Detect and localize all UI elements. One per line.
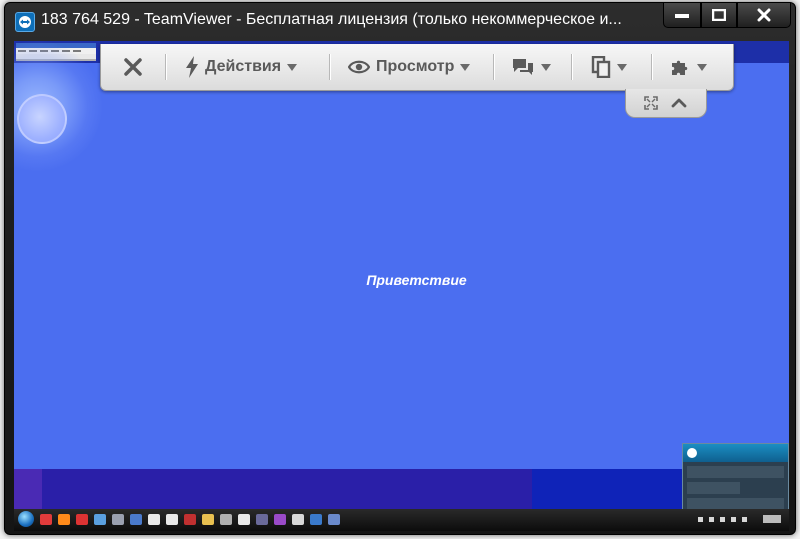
window-title: 183 764 529 - TeamViewer - Бесплатная ли… [41,11,622,28]
title-bar[interactable]: 183 764 529 - TeamViewer - Бесплатная ли… [5,3,795,37]
lightning-icon [186,56,198,78]
teamviewer-window: 183 764 529 - TeamViewer - Бесплатная ли… [4,2,796,535]
actions-menu-label: Действия [205,58,282,75]
minimize-icon [675,14,689,18]
user-avatar [17,94,67,144]
extras-menu[interactable] [669,52,707,82]
toolbar-subtab [625,89,707,118]
communicate-menu[interactable] [511,52,551,82]
welcome-text: Приветствие [366,272,467,288]
close-icon [757,8,771,22]
maximize-button[interactable] [701,3,737,28]
caret-down-icon [617,63,627,71]
files-menu[interactable] [591,52,627,82]
close-button[interactable] [737,3,791,28]
view-menu-label: Просмотр [376,58,455,75]
teamviewer-logo-icon [15,12,35,32]
fullscreen-button[interactable] [642,95,660,111]
start-button [18,511,34,527]
minimize-button[interactable] [663,3,701,28]
remote-teamviewer-panel [682,443,789,519]
fullscreen-icon [644,96,658,110]
files-icon [591,56,611,78]
eye-icon [348,60,370,74]
teamviewer-toolbar: Действия Просмотр [100,44,734,91]
close-icon [124,58,142,76]
chevron-up-icon [671,98,687,108]
maximize-icon [712,9,726,21]
system-tray [698,515,781,523]
caret-down-icon [697,63,707,71]
taskbar-icons [40,514,340,525]
chat-bubbles-icon [513,59,533,75]
actions-menu[interactable]: Действия [185,52,298,82]
caret-down-icon [287,63,298,71]
remote-bottom-band [14,469,789,509]
end-session-button[interactable] [123,52,143,82]
remote-taskbar [14,509,789,531]
caret-down-icon [460,63,471,71]
collapse-toolbar-button[interactable] [670,95,688,111]
puzzle-icon [672,60,688,75]
caret-down-icon [541,63,551,71]
view-menu[interactable]: Просмотр [348,52,471,82]
